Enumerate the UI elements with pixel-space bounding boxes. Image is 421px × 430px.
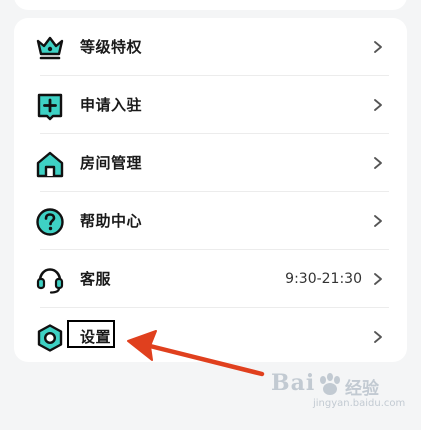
watermark-brand-cn: 经验 (345, 379, 379, 399)
menu-item-label: 申请入驻 (80, 96, 143, 114)
menu-item-level-privileges[interactable]: 等级特权 (14, 18, 407, 76)
chevron-right-icon (374, 331, 382, 343)
menu-item-room-management[interactable]: 房间管理 (14, 134, 407, 192)
watermark-brand: Bai (271, 370, 316, 396)
plus-badge-icon (37, 93, 63, 121)
chevron-right-icon (374, 99, 382, 111)
menu-item-label: 帮助中心 (80, 212, 143, 230)
headset-icon (36, 268, 64, 294)
chevron-right-icon (374, 157, 382, 169)
menu-item-label: 设置 (80, 328, 112, 346)
chevron-right-icon (374, 41, 382, 53)
menu-item-help-center[interactable]: 帮助中心 (14, 192, 407, 250)
crown-icon (36, 36, 64, 60)
settings-hexagon-icon (37, 324, 63, 352)
menu-item-customer-service[interactable]: 客服 9:30-21:30 (14, 250, 407, 308)
menu-item-settings[interactable]: 设置 (14, 308, 407, 366)
menu-card: 等级特权 申请入驻 房间管理 帮助中心 客服 9:30-21:30 设置 (14, 18, 407, 362)
service-hours: 9:30-21:30 (285, 271, 362, 287)
menu-item-label: 客服 (80, 270, 112, 288)
home-icon (36, 151, 64, 178)
chevron-right-icon (374, 215, 382, 227)
menu-item-apply-join[interactable]: 申请入驻 (14, 76, 407, 134)
paw-icon (320, 373, 340, 395)
question-circle-icon (36, 208, 64, 236)
menu-item-label: 房间管理 (80, 154, 143, 172)
menu-item-label: 等级特权 (80, 38, 143, 56)
previous-card-bottom (14, 0, 407, 10)
chevron-right-icon (374, 273, 382, 285)
watermark-logo: Bai 经验 jingyan.baidu.com (271, 370, 411, 414)
watermark-url: jingyan.baidu.com (313, 398, 406, 409)
